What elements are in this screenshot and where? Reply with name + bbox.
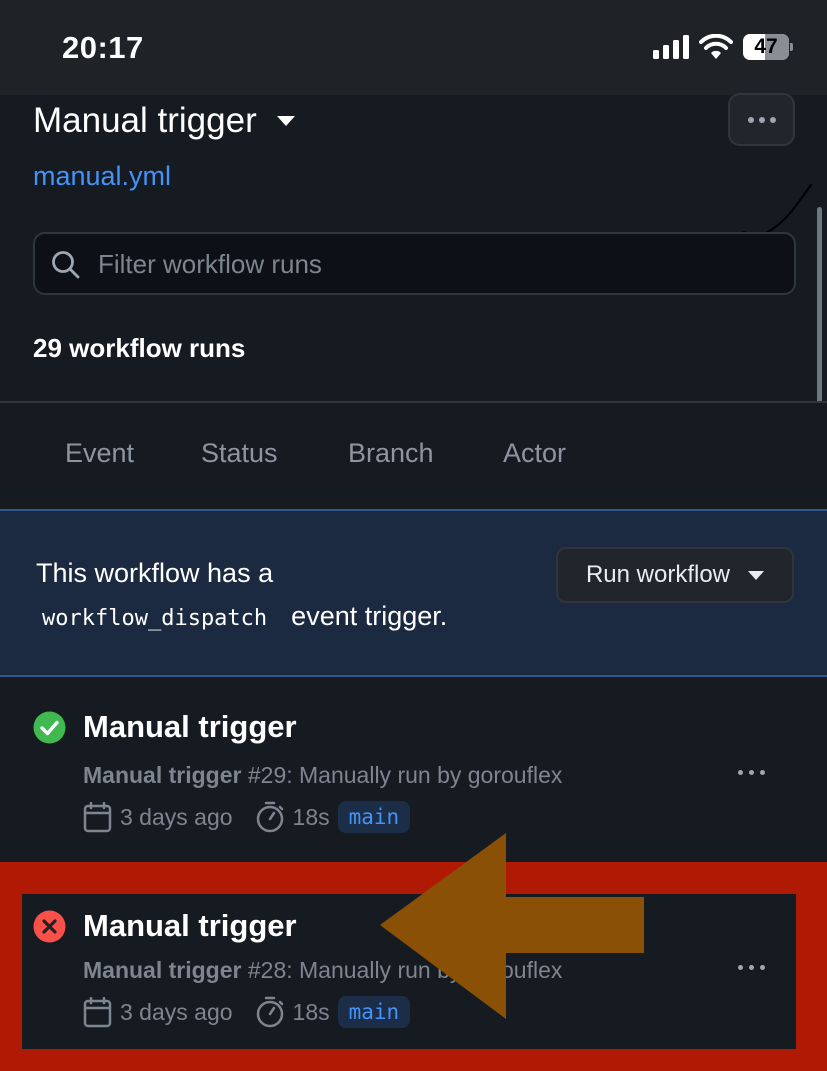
filter-runs-search[interactable] [33,232,796,295]
caret-down-icon [748,570,765,580]
calendar-icon [83,996,112,1027]
run-age: 3 days ago [120,998,233,1025]
run-workflow-label: Run workflow [585,561,731,588]
branch-badge[interactable]: main [337,801,411,833]
run-meta: 3 days ago 18s main [83,801,411,833]
run-workflow-name: Manual trigger [83,762,242,788]
calendar-icon [83,801,112,832]
status-icons: 47 [653,34,793,60]
filter-actor[interactable]: Actor [503,438,566,469]
dispatch-text-line2: workflow_dispatch event trigger. [36,601,447,635]
cellular-signal-icon [653,35,689,59]
filter-branch[interactable]: Branch [348,438,434,469]
battery-level: 47 [754,35,778,58]
stopwatch-icon [256,801,283,833]
run-more-button[interactable] [738,770,765,775]
kebab-horizontal-icon [747,116,754,123]
run-workflow-button[interactable]: Run workflow [556,547,794,603]
filter-event[interactable]: Event [65,438,134,469]
arrow-annotation [380,833,644,1019]
run-duration: 18s [292,998,330,1025]
ios-status-bar: 20:17 47 [0,0,827,95]
dispatch-code: workflow_dispatch [42,606,268,631]
run-duration: 18s [292,803,330,830]
search-input[interactable] [98,244,778,284]
dispatch-text: This workflow has a [36,558,274,588]
caret-down-icon [276,116,295,126]
search-icon [52,251,80,279]
kebab-horizontal-icon [738,965,743,970]
status-time: 20:17 [62,30,144,65]
run-workflow-name: Manual trigger [83,957,242,983]
workflow-title-row[interactable]: Manual trigger [33,101,295,141]
run-title-row: Manual trigger [33,709,297,745]
run-age: 3 days ago [120,803,233,830]
run-meta: 3 days ago 18s main [83,996,411,1028]
page-title: Manual trigger [33,101,257,140]
workflow-header: Manual trigger manual.yml 29 workflow ru… [0,93,827,401]
dispatch-text-tail: event trigger. [291,601,448,631]
battery-icon: 47 [743,34,793,60]
filter-tabs: Event Status Branch Actor [0,403,827,509]
workflow-file-link[interactable]: manual.yml [33,161,171,192]
stopwatch-icon [256,996,283,1028]
kebab-horizontal-icon [738,770,743,775]
wifi-icon [699,34,733,59]
more-options-button[interactable] [728,93,795,146]
run-title-row: Manual trigger [33,908,297,944]
run-title: Manual trigger [83,908,297,943]
run-more-button[interactable] [738,965,765,970]
workflow-dispatch-banner: This workflow has a workflow_dispatch ev… [0,509,827,677]
check-circle-icon [33,711,66,743]
run-list-item[interactable]: Manual trigger Manual trigger #29: Manua… [0,677,827,857]
filter-status[interactable]: Status [201,438,278,469]
run-detail: #29: Manually run by gorouflex [241,762,563,788]
runs-count: 29 workflow runs [33,333,246,363]
run-title: Manual trigger [83,709,297,744]
x-circle-icon [33,910,66,942]
run-subtitle: Manual trigger #29: Manually run by goro… [83,762,562,789]
